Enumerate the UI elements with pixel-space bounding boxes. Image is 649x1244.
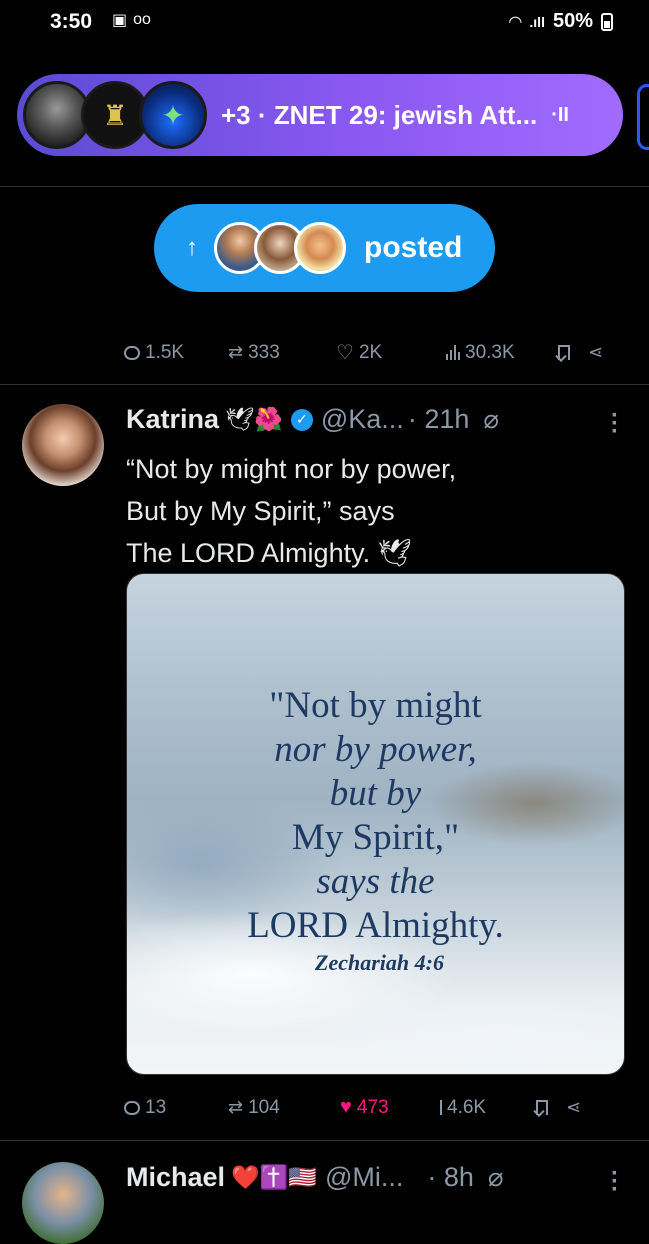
bookmark-button[interactable]: [536, 1100, 566, 1115]
divider: [0, 1140, 649, 1141]
tweet-actions: 13 ⇄ 104 ♥ 473 4.6K ⋖: [124, 1096, 581, 1119]
spaces-avatar: ✦: [139, 81, 207, 149]
grok-icon[interactable]: ⌀: [488, 1162, 504, 1193]
repost-icon: ⇄: [228, 1097, 244, 1117]
author-name[interactable]: Katrina: [126, 404, 219, 435]
spaces-name: · ZNET 29: jewish Att...: [257, 99, 538, 130]
quote-line: nor by power,: [274, 729, 477, 770]
status-right: ◠ .ıll 50%: [509, 10, 613, 33]
tweet-header: Michael ❤️✝️🇺🇸 @Mi... · 8h ⌀: [126, 1162, 504, 1193]
quote-line: but by: [329, 773, 422, 814]
tweet-line: The LORD Almighty. 🕊: [126, 538, 412, 568]
bookmark-button[interactable]: [558, 345, 588, 360]
reply-count: 1.5K: [145, 341, 185, 363]
name-emojis: ❤️✝️🇺🇸: [231, 1164, 317, 1190]
spaces-live-bar[interactable]: ♜ ✦ +3 · ZNET 29: jewish Att... ·II: [17, 74, 623, 156]
share-button[interactable]: ⋖: [566, 1097, 581, 1118]
quote-line: LORD Almighty.: [247, 905, 504, 946]
edge-indicator: [637, 84, 649, 150]
more-options-icon[interactable]: · · ·: [611, 404, 619, 444]
quote-line: says the: [316, 861, 435, 902]
views-count: 30.3K: [465, 341, 515, 363]
voicemail-icon: oo: [133, 11, 151, 28]
reply-count: 13: [145, 1096, 167, 1118]
reply-button[interactable]: 13: [124, 1097, 228, 1119]
like-button[interactable]: ♥ 473: [340, 1096, 440, 1119]
tweet-line: But by My Spirit,” says: [126, 496, 395, 526]
tweet-text: “Not by might nor by power, But by My Sp…: [126, 448, 596, 574]
like-button[interactable]: ♡ 2K: [336, 340, 446, 365]
tweet-line: “Not by might nor by power,: [126, 454, 457, 484]
heart-icon: ♡: [336, 342, 354, 364]
image-icon: ▣: [112, 12, 128, 29]
avatar[interactable]: [22, 404, 104, 486]
author-name[interactable]: Michael: [126, 1162, 225, 1193]
status-time: 3:50: [50, 10, 93, 33]
bookmark-icon: [558, 345, 570, 360]
grok-icon[interactable]: ⌀: [483, 404, 499, 435]
heart-filled-icon: ♥: [340, 1096, 352, 1118]
views-button[interactable]: 4.6K: [440, 1097, 536, 1119]
bookmark-icon: [536, 1100, 548, 1115]
views-icon: [440, 1100, 442, 1115]
repost-button[interactable]: ⇄ 333: [228, 342, 336, 364]
reply-icon: [124, 345, 140, 360]
battery-percent: 50%: [552, 10, 593, 32]
repost-count: 104: [248, 1096, 280, 1118]
share-icon: ⋖: [588, 342, 604, 362]
author-handle[interactable]: @Mi...: [325, 1162, 403, 1193]
status-icons-left: ▣ oo: [112, 10, 151, 30]
image-quote: "Not by might nor by power, but by My Sp…: [127, 684, 624, 948]
tweet-time[interactable]: · 21h: [408, 404, 470, 435]
like-count: 473: [356, 1096, 389, 1118]
divider: [0, 186, 649, 187]
more-options-icon[interactable]: · · ·: [611, 1162, 619, 1202]
repost-button[interactable]: ⇄ 104: [228, 1097, 340, 1119]
verified-badge-icon: ✓: [290, 408, 313, 431]
wifi-icon: ◠: [509, 13, 522, 31]
views-count: 4.6K: [447, 1096, 487, 1118]
tweet-image[interactable]: "Not by might nor by power, but by My Sp…: [126, 573, 625, 1075]
reply-button[interactable]: 1.5K: [124, 342, 228, 364]
views-icon: [446, 345, 460, 360]
reply-icon: [124, 1100, 140, 1115]
poster-avatar: [294, 222, 346, 274]
share-button[interactable]: ⋖: [588, 342, 603, 363]
author-handle[interactable]: @Ka...: [321, 404, 404, 435]
spaces-title: +3 · ZNET 29: jewish Att...: [221, 100, 537, 131]
pause-icon[interactable]: ·II: [551, 104, 569, 127]
views-button[interactable]: 30.3K: [446, 342, 558, 364]
like-count: 2K: [358, 341, 383, 363]
name-emojis: 🕊🌺: [225, 406, 283, 432]
signal-icon: .ıll: [529, 13, 545, 30]
share-icon: ⋖: [566, 1097, 582, 1117]
battery-icon: [601, 12, 613, 31]
quote-line: "Not by might: [269, 685, 482, 726]
posted-label: posted: [364, 231, 463, 264]
spaces-extra-count: +3: [221, 99, 251, 130]
quote-line: My Spirit,": [291, 817, 460, 858]
quote-reference: Zechariah 4:6: [315, 950, 444, 975]
avatar[interactable]: [22, 1162, 104, 1244]
divider: [0, 384, 649, 385]
prev-tweet-actions: 1.5K ⇄ 333 ♡ 2K 30.3K ⋖: [124, 340, 603, 365]
repost-icon: ⇄: [228, 342, 244, 362]
tweet-header: Katrina 🕊🌺 ✓ @Ka... · 21h ⌀: [126, 404, 499, 435]
new-posts-button[interactable]: ↑ posted: [154, 204, 495, 292]
tweet-time[interactable]: · 8h: [427, 1162, 474, 1193]
arrow-up-icon: ↑: [186, 234, 198, 261]
repost-count: 333: [248, 341, 280, 363]
